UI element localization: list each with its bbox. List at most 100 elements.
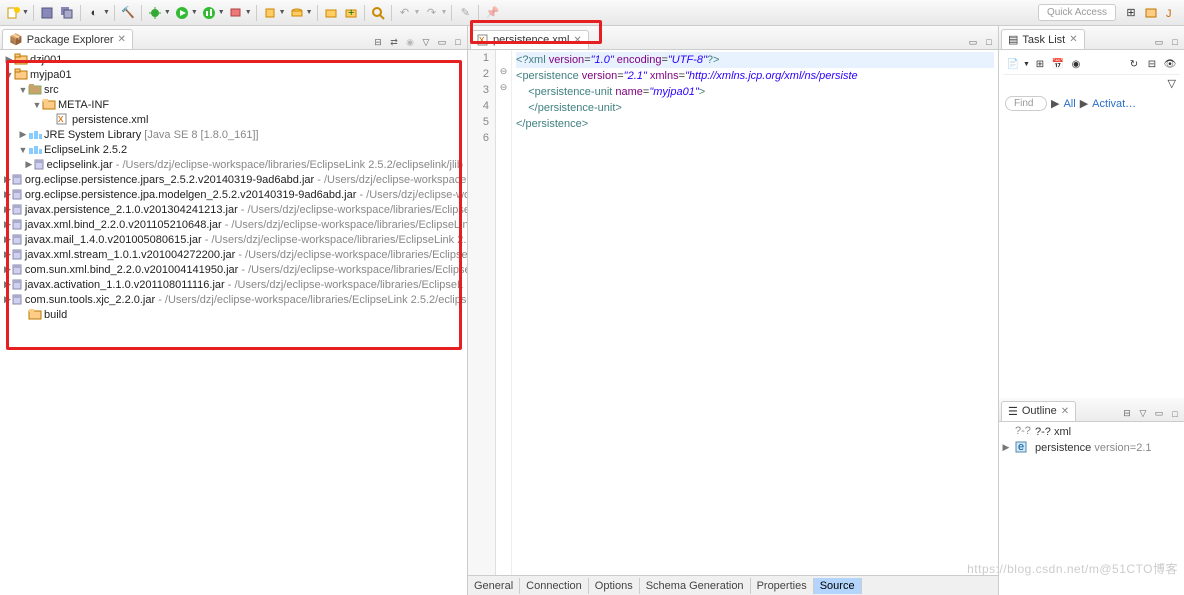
editor-tab-general[interactable]: General bbox=[468, 578, 520, 594]
outline-tab[interactable]: ☰ Outline ✕ bbox=[1001, 401, 1076, 421]
last-edit-icon[interactable]: ✎ bbox=[456, 4, 474, 22]
tree-item[interactable]: ▼EclipseLink 2.5.2 bbox=[2, 142, 465, 157]
minimize-icon[interactable]: ▭ bbox=[435, 35, 449, 49]
collapse-icon[interactable]: ⊟ bbox=[1144, 56, 1160, 72]
twisty-icon[interactable]: ▶ bbox=[4, 174, 11, 185]
tree-item[interactable]: build bbox=[2, 307, 465, 322]
tree-item[interactable]: ▶eclipselink.jar - /Users/dzj/eclipse-wo… bbox=[2, 157, 465, 172]
tree-item[interactable]: ▶org.eclipse.persistence.jpa.modelgen_2.… bbox=[2, 187, 465, 202]
twisty-icon[interactable]: ▶ bbox=[1001, 442, 1011, 453]
new-icon[interactable] bbox=[4, 4, 22, 22]
save-all-icon[interactable] bbox=[58, 4, 76, 22]
twisty-icon[interactable]: ▶ bbox=[4, 264, 11, 275]
new-conn-icon[interactable] bbox=[288, 4, 306, 22]
tree-item[interactable]: ▼src bbox=[2, 82, 465, 97]
outline-item[interactable]: ▶epersistence version=2.1 bbox=[1001, 440, 1182, 456]
all-link[interactable]: All bbox=[1063, 98, 1075, 110]
scheduled-icon[interactable]: 📅 bbox=[1050, 56, 1066, 72]
quick-access-input[interactable]: Quick Access bbox=[1038, 4, 1116, 21]
annot-next-icon[interactable]: ↷ bbox=[422, 4, 440, 22]
categorize-icon[interactable]: ⊞ bbox=[1032, 56, 1048, 72]
link-editor-icon[interactable]: ⇄ bbox=[387, 35, 401, 49]
tree-item[interactable]: ▶com.sun.xml.bind_2.2.0.v201004141950.ja… bbox=[2, 262, 465, 277]
tree-item[interactable]: ▶javax.xml.bind_2.2.0.v201105210648.jar … bbox=[2, 217, 465, 232]
maximize-icon[interactable]: □ bbox=[982, 35, 996, 49]
tree-item[interactable]: ▶javax.mail_1.4.0.v201005080615.jar - /U… bbox=[2, 232, 465, 247]
twisty-icon[interactable]: ▶ bbox=[4, 219, 11, 230]
pkg-explorer-tab[interactable]: 📦 Package Explorer ✕ bbox=[2, 29, 133, 49]
find-input[interactable]: Find bbox=[1005, 96, 1047, 111]
tree-item[interactable]: ▼myjpa01 bbox=[2, 67, 465, 82]
editor-tab-source[interactable]: Source bbox=[814, 578, 862, 594]
twisty-icon[interactable]: ▶ bbox=[25, 159, 33, 170]
twisty-icon[interactable]: ▶ bbox=[4, 54, 14, 65]
new-jpa-icon[interactable] bbox=[261, 4, 279, 22]
close-icon[interactable]: ✕ bbox=[118, 34, 126, 45]
close-icon[interactable]: ✕ bbox=[1069, 34, 1077, 45]
maximize-icon[interactable]: □ bbox=[451, 35, 465, 49]
outline-item[interactable]: ?-??-? xml bbox=[1001, 424, 1182, 440]
code-area[interactable]: <?xml version="1.0" encoding="UTF-8"?><p… bbox=[512, 50, 998, 575]
annot-prev-icon[interactable]: ↶ bbox=[396, 4, 414, 22]
fold-column[interactable]: ⊖⊖ bbox=[496, 50, 512, 575]
switch-icon[interactable]: ◐ bbox=[85, 4, 103, 22]
new-class-icon[interactable]: + bbox=[342, 4, 360, 22]
tree-item[interactable]: ▶com.sun.tools.xjc_2.2.0.jar - /Users/dz… bbox=[2, 292, 465, 307]
new-task-icon[interactable]: 📄 bbox=[1005, 56, 1021, 72]
view-menu-icon[interactable]: ▽ bbox=[419, 35, 433, 49]
sync-icon[interactable]: ↻ bbox=[1126, 56, 1142, 72]
twisty-icon[interactable]: ▶ bbox=[18, 129, 28, 140]
focus-task-icon[interactable]: ◉ bbox=[403, 35, 417, 49]
twisty-icon[interactable]: ▶ bbox=[4, 294, 11, 305]
twisty-icon[interactable]: ▼ bbox=[32, 100, 42, 110]
twisty-icon[interactable]: ▼ bbox=[18, 85, 28, 95]
close-icon[interactable]: ✕ bbox=[1061, 406, 1069, 417]
outline-btn2-icon[interactable]: ▽ bbox=[1136, 407, 1150, 421]
editor-tab-schema-generation[interactable]: Schema Generation bbox=[640, 578, 751, 594]
tree-item[interactable]: ▶JRE System Library [Java SE 8 [1.8.0_16… bbox=[2, 127, 465, 142]
tree-item[interactable]: ▶javax.xml.stream_1.0.1.v201004272200.ja… bbox=[2, 247, 465, 262]
hide-icon[interactable]: 👁 bbox=[1162, 56, 1178, 72]
editor-tab-connection[interactable]: Connection bbox=[520, 578, 589, 594]
run-icon[interactable] bbox=[173, 4, 191, 22]
save-icon[interactable] bbox=[38, 4, 56, 22]
focus-ws-icon[interactable]: ◉ bbox=[1068, 56, 1084, 72]
tree-item[interactable]: ▶org.eclipse.persistence.jpars_2.5.2.v20… bbox=[2, 172, 465, 187]
twisty-icon[interactable]: ▶ bbox=[4, 234, 11, 245]
maximize-icon[interactable]: □ bbox=[1168, 35, 1182, 49]
editor-tab[interactable]: x persistence.xml ✕ bbox=[470, 30, 589, 49]
view-menu-icon[interactable]: ▽ bbox=[1168, 78, 1176, 90]
activate-link[interactable]: Activat… bbox=[1092, 98, 1136, 110]
editor-tab-properties[interactable]: Properties bbox=[751, 578, 814, 594]
twisty-icon[interactable]: ▶ bbox=[4, 249, 11, 260]
tree-item[interactable]: ▶javax.persistence_2.1.0.v201304241213.j… bbox=[2, 202, 465, 217]
twisty-icon[interactable]: ▼ bbox=[18, 145, 28, 155]
package-tree[interactable]: ▶dzj001▼myjpa01▼src▼META-INFxpersistence… bbox=[0, 50, 467, 595]
debug-icon[interactable] bbox=[146, 4, 164, 22]
twisty-icon[interactable]: ▶ bbox=[4, 189, 11, 200]
search-icon[interactable] bbox=[369, 4, 387, 22]
tree-item[interactable]: xpersistence.xml bbox=[2, 112, 465, 127]
close-icon[interactable]: ✕ bbox=[573, 35, 581, 46]
outline-btn1-icon[interactable]: ⊟ bbox=[1120, 407, 1134, 421]
twisty-icon[interactable]: ▶ bbox=[4, 279, 11, 290]
twisty-icon[interactable]: ▶ bbox=[4, 204, 11, 215]
maximize-icon[interactable]: □ bbox=[1168, 407, 1182, 421]
outline-tree[interactable]: ?-??-? xml▶epersistence version=2.1 bbox=[999, 422, 1184, 595]
coverage-icon[interactable] bbox=[200, 4, 218, 22]
java-persp-icon[interactable]: J bbox=[1162, 4, 1180, 22]
build-icon[interactable]: 🔨 bbox=[119, 4, 137, 22]
pin-icon[interactable]: 📌 bbox=[483, 4, 501, 22]
tree-item[interactable]: ▼META-INF bbox=[2, 97, 465, 112]
tree-item[interactable]: ▶javax.activation_1.1.0.v201108011116.ja… bbox=[2, 277, 465, 292]
jpa-persp-icon[interactable] bbox=[1142, 4, 1160, 22]
minimize-icon[interactable]: ▭ bbox=[966, 35, 980, 49]
minimize-icon[interactable]: ▭ bbox=[1152, 35, 1166, 49]
open-persp-icon[interactable]: ⊞ bbox=[1122, 4, 1140, 22]
collapse-all-icon[interactable]: ⊟ bbox=[371, 35, 385, 49]
minimize-icon[interactable]: ▭ bbox=[1152, 407, 1166, 421]
twisty-icon[interactable]: ▼ bbox=[4, 70, 14, 80]
tasklist-tab[interactable]: ▤ Task List ✕ bbox=[1001, 29, 1085, 49]
new-pkg-icon[interactable] bbox=[322, 4, 340, 22]
editor-tab-options[interactable]: Options bbox=[589, 578, 640, 594]
